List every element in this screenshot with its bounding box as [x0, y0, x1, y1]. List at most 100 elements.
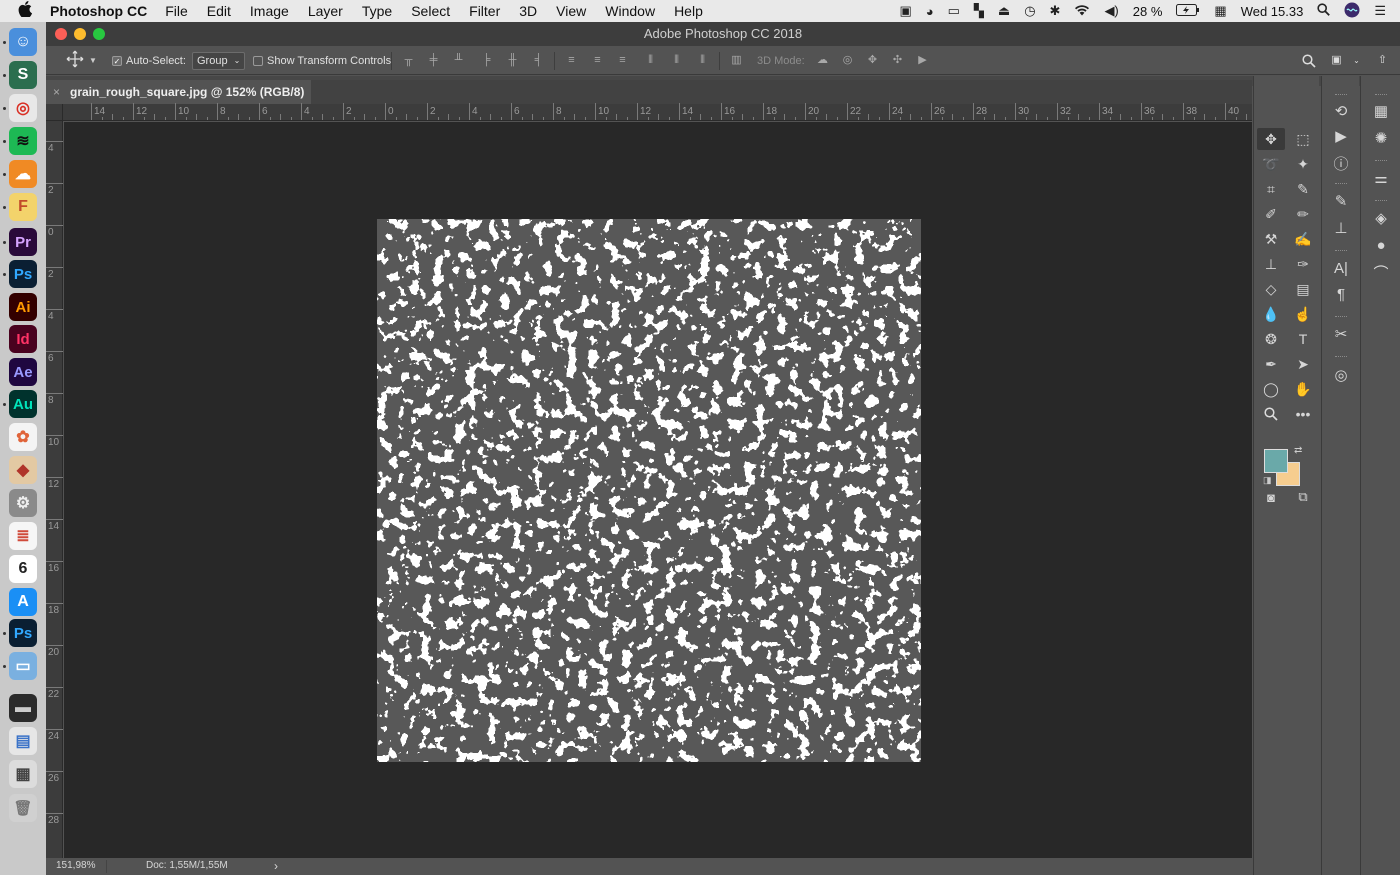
menu-view[interactable]: View: [556, 3, 586, 19]
clone-stamp-tool-icon[interactable]: ⊥: [1257, 253, 1285, 275]
menu-layer[interactable]: Layer: [308, 3, 343, 19]
pen-tool-icon[interactable]: ✒: [1257, 353, 1285, 375]
brush-tool-icon[interactable]: ✍: [1289, 228, 1317, 250]
pencil-tool-icon[interactable]: ✏: [1289, 203, 1317, 225]
time-machine-icon[interactable]: ◷: [1024, 3, 1035, 19]
path-selection-tool-icon[interactable]: ➤: [1289, 353, 1317, 375]
auto-select-dropdown[interactable]: Group ⌄: [192, 46, 246, 75]
audition-icon[interactable]: Au: [9, 390, 37, 418]
photos-icon[interactable]: ✿: [9, 423, 37, 451]
info-panel-icon[interactable]: ⓘ: [1328, 151, 1354, 175]
fontself-icon[interactable]: F: [9, 193, 37, 221]
channels-panel-icon[interactable]: ●: [1368, 233, 1394, 257]
screen-icon[interactable]: ▭: [948, 3, 960, 19]
more-tools-icon[interactable]: •••: [1289, 403, 1317, 425]
notification-center-icon[interactable]: ☰: [1374, 3, 1386, 19]
workspace-switcher-icon[interactable]: ▣: [1330, 54, 1343, 67]
document-tab[interactable]: × grain_rough_square.jpg @ 152% (RGB/8) …: [46, 80, 311, 123]
creative-cloud-icon[interactable]: ◕: [926, 4, 934, 19]
3d-pan-icon[interactable]: ✥: [866, 54, 879, 67]
close-window-button[interactable]: [55, 28, 67, 40]
grid-app-icon[interactable]: ▚: [974, 3, 984, 19]
history-panel-icon[interactable]: ⟲: [1328, 99, 1354, 123]
lasso-tool-icon[interactable]: ➰: [1257, 153, 1285, 175]
siri-icon[interactable]: [1344, 2, 1360, 21]
preview-icon[interactable]: ▭: [9, 652, 37, 680]
premiere-icon[interactable]: Pr: [9, 228, 37, 256]
align-bottom-edges-icon[interactable]: ╨: [452, 54, 465, 67]
rectangular-marquee-tool-icon[interactable]: ⬚: [1289, 128, 1317, 150]
distribute-left-icon[interactable]: ⫴: [644, 54, 657, 67]
crop-tool-icon[interactable]: ⌗: [1257, 178, 1285, 200]
menu-filter[interactable]: Filter: [469, 3, 500, 19]
menu-image[interactable]: Image: [250, 3, 289, 19]
chrome-icon[interactable]: ◎: [9, 94, 37, 122]
close-tab-icon[interactable]: ×: [53, 80, 60, 104]
volume-icon[interactable]: ◀): [1104, 3, 1118, 19]
spotlight-search-icon[interactable]: [1317, 3, 1331, 19]
illustrator-icon[interactable]: Ai: [9, 293, 37, 321]
sponge-tool-icon[interactable]: ❂: [1257, 328, 1285, 350]
magic-wand-tool-icon[interactable]: ✦: [1289, 153, 1317, 175]
character-panel-icon[interactable]: A|: [1328, 256, 1354, 280]
default-colors-icon[interactable]: ◨: [1263, 475, 1272, 486]
auto-select-checkbox[interactable]: ✓ Auto-Select:: [112, 46, 186, 75]
trash-icon[interactable]: 🗑: [9, 794, 37, 822]
wifi-icon[interactable]: [1074, 4, 1090, 19]
system-preferences-icon[interactable]: ⚙: [9, 489, 37, 517]
calendar-icon[interactable]: 6: [9, 555, 37, 583]
calendar-status-icon[interactable]: ▦: [1214, 3, 1226, 19]
layers-panel-icon[interactable]: ◈: [1368, 206, 1394, 230]
apple-menu-icon[interactable]: [0, 1, 50, 21]
menu-help[interactable]: Help: [674, 3, 703, 19]
screen-mode-icon[interactable]: ⧉: [1289, 486, 1317, 508]
align-horizontal-centers-icon[interactable]: ╫: [506, 54, 519, 67]
zoom-window-button[interactable]: [93, 28, 105, 40]
after-effects-icon[interactable]: Ae: [9, 358, 37, 386]
swap-colors-icon[interactable]: ⇄: [1294, 445, 1302, 456]
move-tool-icon[interactable]: ✥: [1257, 128, 1285, 150]
canvas-area[interactable]: [64, 122, 1252, 858]
distribute-right-icon[interactable]: ⫴: [696, 54, 709, 67]
menu-window[interactable]: Window: [605, 3, 655, 19]
menu-select[interactable]: Select: [411, 3, 450, 19]
clock[interactable]: Wed 15.33: [1241, 4, 1304, 19]
adjustments-panel-icon[interactable]: ⚌: [1368, 166, 1394, 190]
menu-3d[interactable]: 3D: [519, 3, 537, 19]
spotify-icon[interactable]: ≋: [9, 127, 37, 155]
zoom-tool-icon[interactable]: [1257, 403, 1285, 425]
chevron-down-icon[interactable]: ⌄: [1350, 54, 1363, 67]
3d-scale-icon[interactable]: ▶: [916, 54, 929, 67]
adobe-status-icon[interactable]: ▣: [899, 3, 911, 19]
photoshop-2-icon[interactable]: Ps: [9, 619, 37, 647]
grid-panel-icon[interactable]: ▦: [1368, 99, 1394, 123]
battery-icon[interactable]: [1176, 3, 1200, 19]
move-tool-preset-picker[interactable]: ▼: [66, 46, 97, 75]
auto-align-layers-icon[interactable]: ▥: [730, 54, 743, 67]
minimize-window-button[interactable]: [74, 28, 86, 40]
ellipse-tool-icon[interactable]: ◯: [1257, 378, 1285, 400]
show-transform-controls-checkbox[interactable]: Show Transform Controls: [253, 46, 391, 75]
clone-source-panel-icon[interactable]: ⊥: [1328, 216, 1354, 240]
menu-file[interactable]: File: [165, 3, 188, 19]
distribute-horizontal-centers-icon[interactable]: ⫴: [670, 54, 683, 67]
navigator-panel-icon[interactable]: ✺: [1368, 126, 1394, 150]
quick-mask-icon[interactable]: ◙: [1257, 486, 1285, 508]
finder-icon[interactable]: ☺: [9, 28, 37, 56]
ruler-origin[interactable]: [46, 104, 63, 121]
search-icon[interactable]: [1302, 54, 1316, 68]
brush-history-tool-icon[interactable]: ⚒: [1257, 228, 1285, 250]
spot-healing-brush-tool-icon[interactable]: ✐: [1257, 203, 1285, 225]
zoom-level[interactable]: 151,98%: [56, 860, 95, 871]
hand-tool-icon[interactable]: ✋: [1289, 378, 1317, 400]
status-menu-arrow[interactable]: ›: [274, 859, 278, 873]
3d-orbit-icon[interactable]: ☁: [816, 54, 829, 67]
align-vertical-centers-icon[interactable]: ╪: [427, 54, 440, 67]
history-brush-tool-icon[interactable]: ✑: [1289, 253, 1317, 275]
scrivener-icon[interactable]: S: [9, 61, 37, 89]
cloud-app-icon[interactable]: ☁: [9, 160, 37, 188]
terminal-window-icon[interactable]: ▬: [9, 694, 37, 722]
distribute-bottom-icon[interactable]: ≡: [616, 54, 629, 67]
ruby-app-icon[interactable]: ◆: [9, 456, 37, 484]
eyedropper-tool-icon[interactable]: ✎: [1289, 178, 1317, 200]
